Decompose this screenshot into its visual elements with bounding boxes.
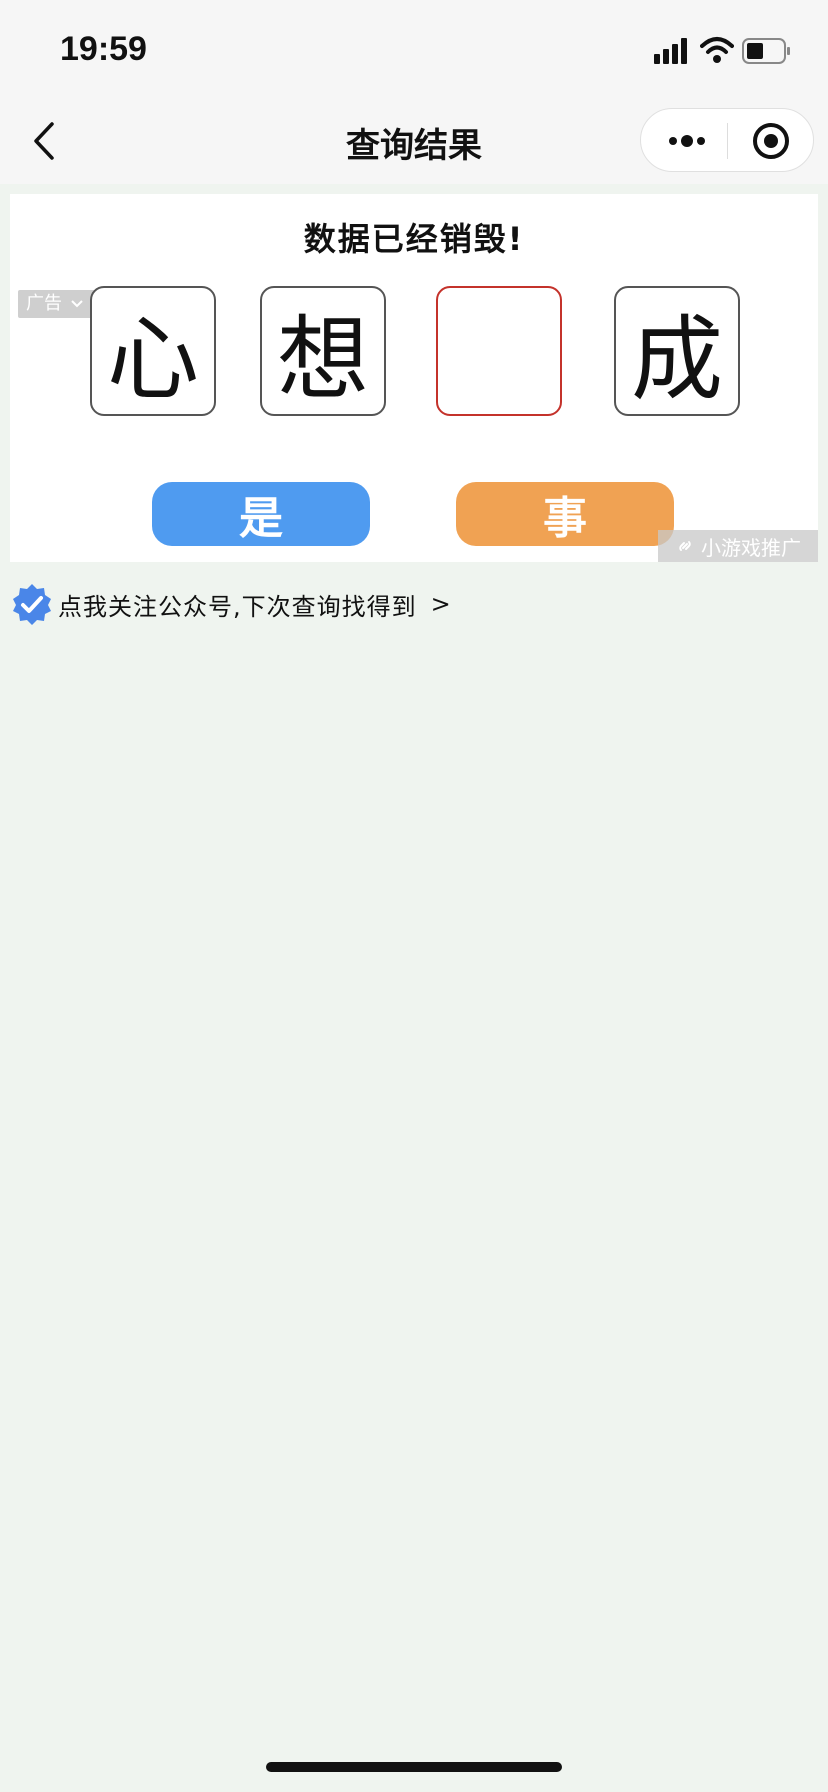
chevron-down-icon: [71, 300, 83, 308]
puzzle-tile-empty: [436, 286, 562, 416]
battery-icon: [742, 38, 790, 64]
status-time: 19:59: [60, 30, 147, 68]
verified-badge-icon: [13, 584, 51, 625]
promo-label: 小游戏推广: [701, 535, 801, 560]
puzzle-tile: 心: [90, 286, 216, 416]
signal-icon: [654, 38, 687, 64]
status-bar: 19:59: [0, 0, 828, 96]
panel-title: 数据已经销毁!: [303, 220, 525, 258]
promo-tag: 小游戏推广: [658, 530, 818, 562]
puzzle-tile: 想: [260, 286, 386, 416]
puzzle-ad-panel[interactable]: 数据已经销毁! 广告 心 想 成 是 事 小游戏推广: [10, 194, 818, 562]
nav-bar: 查询结果: [0, 96, 828, 184]
follow-text: 点我关注公众号,下次查询找得到: [58, 592, 417, 621]
option-button-1[interactable]: 是: [152, 482, 370, 546]
follow-arrow: >: [430, 590, 452, 618]
target-icon[interactable]: [751, 121, 791, 161]
ad-badge[interactable]: 广告: [18, 290, 98, 318]
capsule-divider: [727, 123, 728, 159]
puzzle-tile: 成: [614, 286, 740, 416]
more-icon[interactable]: [665, 127, 709, 155]
link-icon: [679, 541, 691, 551]
option-button-2[interactable]: 事: [456, 482, 674, 546]
ad-label: 广告: [26, 293, 62, 314]
home-indicator: [266, 1762, 562, 1772]
follow-account-link[interactable]: 点我关注公众号,下次查询找得到 >: [10, 584, 452, 625]
wifi-icon: [700, 37, 734, 63]
mini-program-capsule: [640, 108, 814, 172]
